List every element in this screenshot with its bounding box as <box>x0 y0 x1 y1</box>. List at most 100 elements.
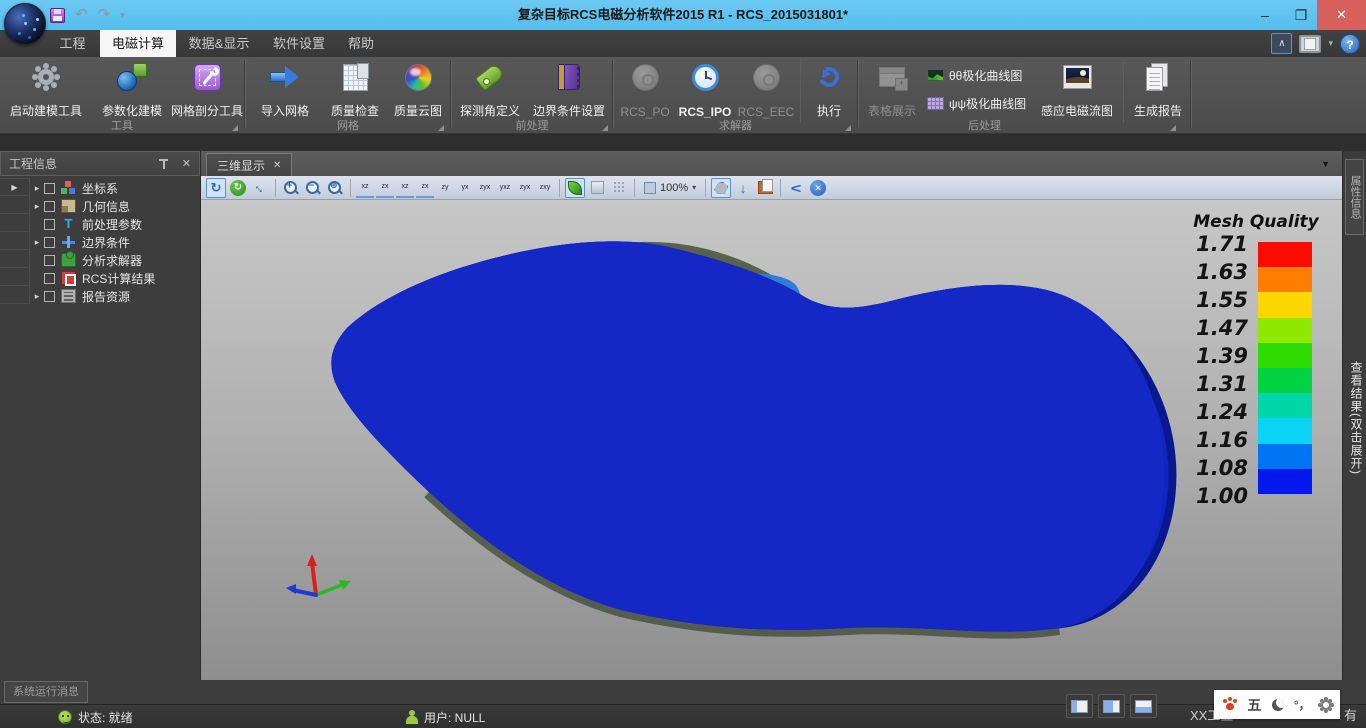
close-all-views-button[interactable]: ✕ <box>808 178 828 198</box>
flat-mode-button[interactable] <box>587 178 607 198</box>
view-orientation-button[interactable]: xz <box>396 178 414 198</box>
layout-left-button[interactable] <box>1066 694 1093 718</box>
legend-tick: 1.71 <box>1186 232 1248 256</box>
parameter-icon: T <box>61 217 76 231</box>
property-info-tab[interactable]: 属性信息 <box>1345 159 1364 235</box>
checkbox[interactable] <box>44 219 55 230</box>
mesh-partition-tool-button[interactable]: 网格剖分工具 <box>172 59 242 119</box>
view-orientation-button[interactable]: xz <box>356 178 374 198</box>
view-orientation-button[interactable]: yxz <box>496 178 514 198</box>
tree-item-boundary-conditions[interactable]: ▸ 边界条件 <box>30 233 200 251</box>
points-mode-button[interactable] <box>609 178 629 198</box>
view-orientation-button[interactable]: zxy <box>536 178 554 198</box>
rcs-ipo-button[interactable]: RCS_IPO <box>676 59 734 119</box>
moon-icon[interactable] <box>1272 699 1284 711</box>
induced-current-map-button[interactable]: 感应电磁流图 <box>1035 59 1119 119</box>
quality-contour-button[interactable]: 质量云图 <box>390 59 446 119</box>
view-orientation-button[interactable]: zx <box>376 178 394 198</box>
launch-modeling-tool-button[interactable]: 启动建模工具 <box>4 59 88 119</box>
restore-button[interactable]: ❐ <box>1284 0 1318 30</box>
boundary-condition-button[interactable]: 边界条件设置 <box>528 59 610 119</box>
gutter-row-arrow[interactable]: ▶ <box>0 178 30 196</box>
minimize-button[interactable]: – <box>1248 0 1282 30</box>
surface-select-button[interactable] <box>711 178 731 198</box>
panel-close-icon[interactable]: ✕ <box>182 157 191 170</box>
zoom-in-button[interactable]: + <box>281 178 301 198</box>
tab-list-caret-icon[interactable]: ▼ <box>1321 159 1330 169</box>
display-style-icon[interactable] <box>1299 35 1321 53</box>
tree-item-geometry-info[interactable]: ▸ 几何信息 <box>30 197 200 215</box>
pan-button[interactable]: ↔ <box>250 178 270 198</box>
refresh-view-button[interactable]: ↻ <box>228 178 248 198</box>
share-view-button[interactable]: < <box>786 178 806 198</box>
generate-report-button[interactable]: 生成报告 <box>1127 59 1189 119</box>
import-mesh-button[interactable]: 导入网格 <box>252 59 318 119</box>
shaded-mode-button[interactable] <box>565 178 585 198</box>
psi-psi-curve-button[interactable]: ψψ极化曲线图 <box>927 93 1026 113</box>
checkbox[interactable] <box>44 255 55 266</box>
tab-project[interactable]: 工程 <box>45 30 100 57</box>
view-orientation-button[interactable]: zyx <box>476 178 494 198</box>
geometry-icon <box>61 199 76 213</box>
tab-data-display[interactable]: 数据&显示 <box>180 30 258 57</box>
rcs-eec-button[interactable]: RCS_EEC <box>736 59 796 119</box>
checkbox[interactable] <box>44 273 55 284</box>
export-down-button[interactable]: ↓ <box>733 178 753 198</box>
checkbox[interactable] <box>44 237 55 248</box>
display-style-caret-icon[interactable]: ▾ <box>1328 38 1333 49</box>
expander-icon[interactable]: ▸ <box>30 201 44 212</box>
rcs-po-button[interactable]: RCS_PO <box>616 59 674 119</box>
ime-settings-gear-icon[interactable] <box>1321 700 1331 710</box>
expander-icon[interactable]: ▸ <box>30 183 44 194</box>
orbit-button[interactable]: ↻ <box>206 178 226 198</box>
tree-item-analysis-solver[interactable]: 分析求解器 <box>30 251 200 269</box>
collapse-ribbon-button[interactable]: ∧ <box>1271 33 1292 54</box>
theta-theta-curve-button[interactable]: θθ极化曲线图 <box>927 65 1022 85</box>
ime-paw-icon[interactable] <box>1223 699 1237 711</box>
checkbox[interactable] <box>44 183 55 194</box>
pin-icon[interactable] <box>159 158 168 170</box>
system-messages-tab[interactable]: 系统运行消息 <box>4 681 88 703</box>
view-orientation-button[interactable]: zy <box>436 178 454 198</box>
checkbox[interactable] <box>44 201 55 212</box>
tree-item-coordinate-system[interactable]: ▸ 坐标系 <box>30 179 200 197</box>
tab-3d-display[interactable]: 三维显示 ✕ <box>206 153 292 176</box>
copy-view-button[interactable] <box>755 178 775 198</box>
tree-item-rcs-results[interactable]: RCS计算结果 <box>30 269 200 287</box>
group-launcher-icon[interactable] <box>438 125 444 131</box>
view-orientation-button[interactable]: yx <box>456 178 474 198</box>
group-launcher-icon[interactable] <box>602 125 608 131</box>
layout-bottom-button[interactable] <box>1130 694 1157 718</box>
zoom-level-dropdown[interactable]: 100% ▾ <box>640 178 700 198</box>
expander-icon[interactable]: ▸ <box>30 291 44 302</box>
ribbon: 启动建模工具 参数化建模 网格剖分工具 工具 导入网格 质量检查 <box>0 57 1366 134</box>
application-window: ↶ ↷ ▾ 复杂目标RCS电磁分析软件2015 R1 - RCS_2015031… <box>0 0 1366 728</box>
tab-em-compute[interactable]: 电磁计算 <box>100 30 176 57</box>
checkbox[interactable] <box>44 291 55 302</box>
group-launcher-icon[interactable] <box>232 125 238 131</box>
close-button[interactable]: ✕ <box>1317 0 1366 30</box>
quality-check-button[interactable]: 质量检查 <box>324 59 386 119</box>
view-results-tab[interactable]: 查看结果(双击展开) <box>1348 361 1365 475</box>
zoom-out-button[interactable]: − <box>303 178 323 198</box>
curve-grid-icon <box>927 97 944 110</box>
ime-mode[interactable]: 五 <box>1247 695 1261 715</box>
layout-split-button[interactable] <box>1098 694 1125 718</box>
viewport-3d-canvas[interactable]: Mesh Quality 1.71 1.63 1.55 1.47 1.39 1.… <box>201 200 1342 680</box>
group-launcher-icon[interactable] <box>1170 125 1176 131</box>
tree-item-report-resources[interactable]: ▸ 报告资源 <box>30 287 200 305</box>
tab-close-icon[interactable]: ✕ <box>273 160 281 171</box>
execute-button[interactable]: 执行 <box>806 59 852 119</box>
zoom-fit-button[interactable]: ⊕ <box>325 178 345 198</box>
tree-item-preprocess-params[interactable]: T 前处理参数 <box>30 215 200 233</box>
view-orientation-button[interactable]: zx <box>416 178 434 198</box>
table-display-button[interactable]: 表格展示 <box>861 59 923 119</box>
tab-help[interactable]: 帮助 <box>340 30 382 57</box>
view-orientation-button[interactable]: zyx <box>516 178 534 198</box>
ime-punctuation[interactable]: °， <box>1294 696 1311 713</box>
tab-settings[interactable]: 软件设置 <box>264 30 334 57</box>
probe-angle-button[interactable]: 探测角定义 <box>454 59 526 119</box>
expander-icon[interactable]: ▸ <box>30 237 44 248</box>
parametric-modeling-button[interactable]: 参数化建模 <box>92 59 172 119</box>
help-button[interactable]: ? <box>1340 34 1360 54</box>
